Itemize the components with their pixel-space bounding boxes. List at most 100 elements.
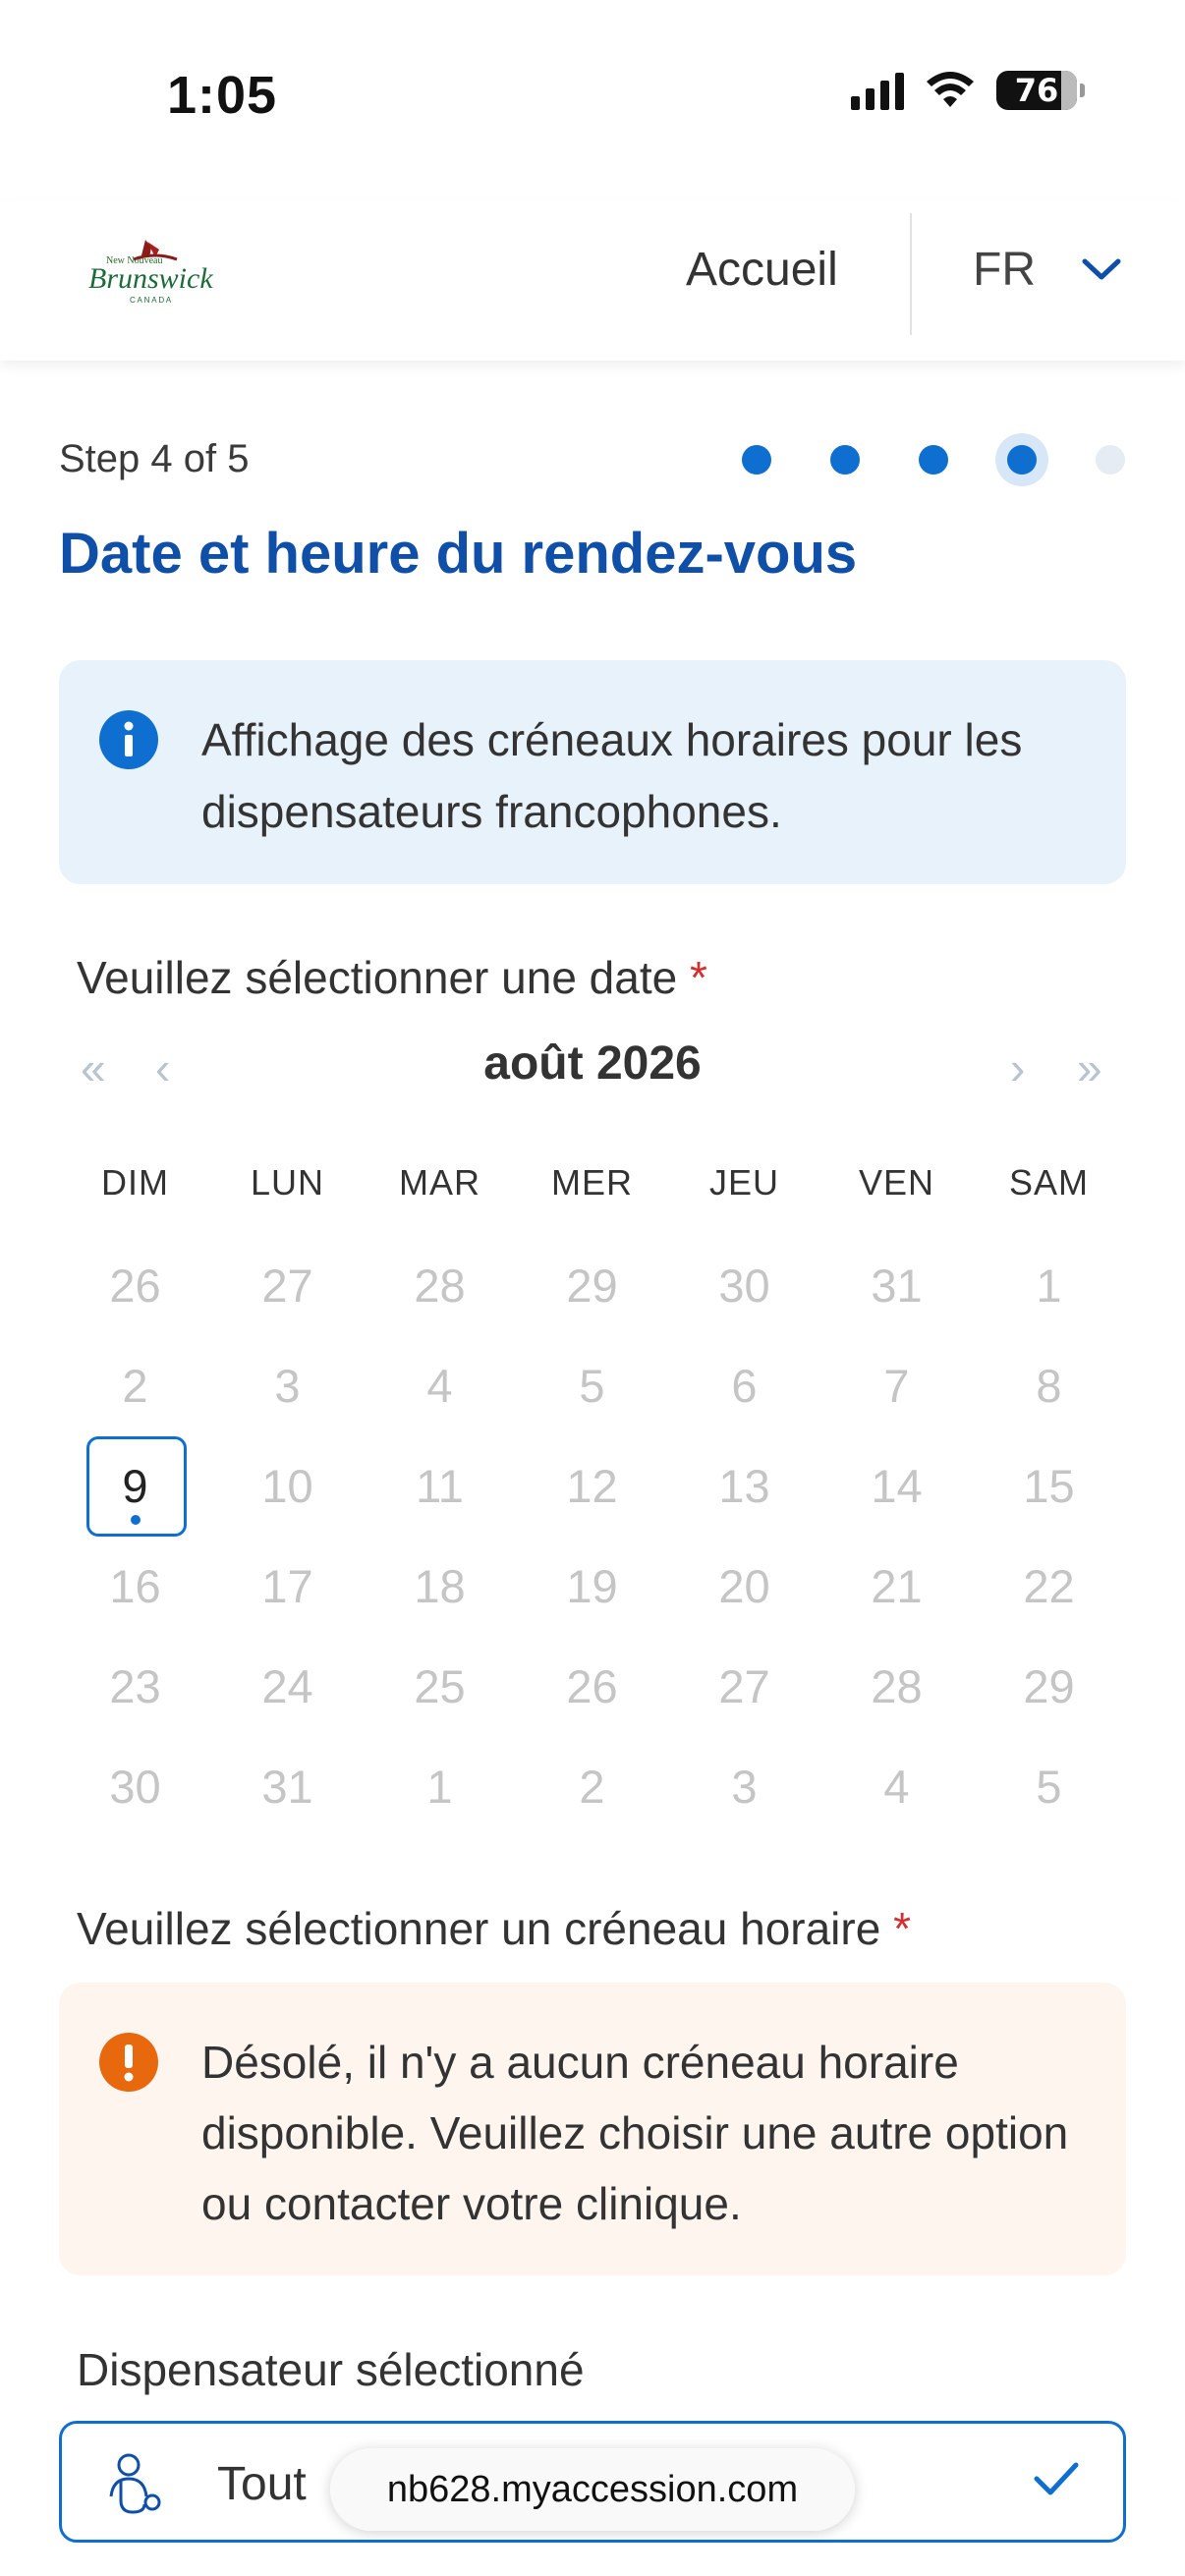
calendar-day-number: 17 xyxy=(261,1560,313,1612)
calendar-day[interactable]: 28 xyxy=(364,1236,516,1336)
status-time: 1:05 xyxy=(167,66,278,125)
calendar-day[interactable]: 1 xyxy=(364,1737,516,1837)
calendar-day-number: 25 xyxy=(414,1660,466,1712)
calendar-day[interactable]: 15 xyxy=(973,1436,1125,1537)
logo-graphic: New Nouveau Brunswick C A N A D A xyxy=(88,240,213,305)
weekday-label: LUN xyxy=(250,1162,325,1203)
date-label-text: Veuillez sélectionner une date xyxy=(77,952,678,1003)
calendar-day-number: 21 xyxy=(871,1560,923,1612)
calendar-day[interactable]: 29 xyxy=(516,1236,668,1336)
calendar-day-number: 4 xyxy=(426,1360,453,1412)
step-label: Step 4 of 5 xyxy=(59,437,250,480)
required-marker: * xyxy=(893,1903,911,1954)
calendar-day-number: 27 xyxy=(718,1660,770,1712)
weekday-label: MER xyxy=(551,1162,633,1203)
calendar-day-selected[interactable]: 9 xyxy=(59,1436,211,1537)
calendar-day[interactable]: 14 xyxy=(820,1436,973,1537)
calendar-day[interactable]: 3 xyxy=(211,1336,364,1436)
calendar-day-number: 10 xyxy=(261,1460,313,1512)
calendar-day[interactable]: 27 xyxy=(668,1637,820,1737)
required-marker: * xyxy=(690,952,707,1003)
next-month-button[interactable]: › xyxy=(1010,1041,1025,1094)
calendar-day-number: 29 xyxy=(566,1260,618,1312)
browser-url-bar[interactable]: nb628.myaccession.com xyxy=(330,2448,855,2531)
calendar-day[interactable]: 31 xyxy=(820,1236,973,1336)
new-brunswick-logo[interactable]: New Nouveau Brunswick C A N A D A xyxy=(86,234,224,312)
next-year-button[interactable]: » xyxy=(1077,1041,1102,1094)
calendar-day-number: 6 xyxy=(731,1360,758,1412)
svg-text:Brunswick: Brunswick xyxy=(88,262,213,295)
site-header: New Nouveau Brunswick C A N A D A Accuei… xyxy=(0,201,1185,361)
calendar-day[interactable]: 13 xyxy=(668,1436,820,1537)
calendar-day[interactable]: 12 xyxy=(516,1436,668,1537)
calendar-day-number: 1 xyxy=(426,1761,453,1813)
provider-field-label: Dispensateur sélectionné xyxy=(77,2344,585,2395)
weekday-label: DIM xyxy=(101,1162,169,1203)
calendar-day[interactable]: 24 xyxy=(211,1637,364,1737)
calendar-day[interactable]: 11 xyxy=(364,1436,516,1537)
calendar-day[interactable]: 22 xyxy=(973,1537,1125,1637)
timeslot-field-label: Veuillez sélectionner un créneau horaire… xyxy=(77,1902,911,1955)
calendar-day-number: 20 xyxy=(718,1560,770,1612)
language-select[interactable]: FR xyxy=(973,243,1036,297)
calendar-day-number: 7 xyxy=(883,1360,910,1412)
calendar-day[interactable]: 4 xyxy=(364,1336,516,1436)
step-dot-1 xyxy=(742,445,771,475)
calendar-day[interactable]: 10 xyxy=(211,1436,364,1537)
info-banner-text: Affichage des créneaux horaires pour les… xyxy=(201,714,1023,837)
calendar-day-number: 2 xyxy=(122,1360,148,1412)
calendar-day-number: 30 xyxy=(109,1761,161,1813)
calendar-day-number: 24 xyxy=(261,1660,313,1712)
wifi-icon xyxy=(927,72,974,107)
step-dot-5 xyxy=(1096,445,1125,475)
cellular-signal-icon xyxy=(851,71,904,110)
calendar-day-number: 19 xyxy=(566,1560,618,1612)
calendar-day[interactable]: 20 xyxy=(668,1537,820,1637)
step-dot-4 xyxy=(1007,445,1037,475)
calendar-day[interactable]: 29 xyxy=(973,1637,1125,1737)
calendar-day-number: 11 xyxy=(416,1460,464,1512)
timeslot-label-text: Veuillez sélectionner un créneau horaire xyxy=(77,1903,881,1954)
calendar-day[interactable]: 21 xyxy=(820,1537,973,1637)
calendar-day[interactable]: 4 xyxy=(820,1737,973,1837)
weekday-label: SAM xyxy=(1008,1162,1089,1203)
no-timeslot-warning: Désolé, il n'y a aucun créneau horaire d… xyxy=(59,1983,1126,2275)
calendar-day[interactable]: 2 xyxy=(59,1336,211,1436)
calendar-day[interactable]: 5 xyxy=(516,1336,668,1436)
calendar-day[interactable]: 18 xyxy=(364,1537,516,1637)
calendar-day[interactable]: 26 xyxy=(59,1236,211,1336)
calendar-day-number: 8 xyxy=(1036,1360,1062,1412)
calendar-day[interactable]: 30 xyxy=(59,1737,211,1837)
calendar-day-number: 22 xyxy=(1023,1560,1075,1612)
calendar-day[interactable]: 23 xyxy=(59,1637,211,1737)
calendar-month-title: août 2026 xyxy=(483,1037,702,1090)
calendar-day-number: 28 xyxy=(414,1260,466,1312)
calendar-day[interactable]: 27 xyxy=(211,1236,364,1336)
calendar-day-number: 5 xyxy=(579,1360,605,1412)
calendar-day[interactable]: 25 xyxy=(364,1637,516,1737)
calendar-day[interactable]: 3 xyxy=(668,1737,820,1837)
calendar-day[interactable]: 8 xyxy=(973,1336,1125,1436)
calendar-day-number: 2 xyxy=(579,1761,605,1813)
checkmark-icon xyxy=(1034,2462,1079,2495)
info-banner: Affichage des créneaux horaires pour les… xyxy=(59,660,1126,884)
weekday-label: VEN xyxy=(858,1162,935,1203)
calendar-day[interactable]: 17 xyxy=(211,1537,364,1637)
calendar-day[interactable]: 7 xyxy=(820,1336,973,1436)
calendar-day[interactable]: 28 xyxy=(820,1637,973,1737)
calendar-day-number: 31 xyxy=(261,1761,313,1813)
warning-text: Désolé, il n'y a aucun créneau horaire d… xyxy=(201,2037,1069,2229)
calendar-day[interactable]: 30 xyxy=(668,1236,820,1336)
calendar-day[interactable]: 26 xyxy=(516,1637,668,1737)
warning-icon xyxy=(99,2033,158,2092)
calendar-day[interactable]: 2 xyxy=(516,1737,668,1837)
calendar-day[interactable]: 6 xyxy=(668,1336,820,1436)
calendar-day-number: 26 xyxy=(109,1260,161,1312)
calendar-day[interactable]: 5 xyxy=(973,1737,1125,1837)
nav-home-link[interactable]: Accueil xyxy=(686,243,838,297)
calendar-day[interactable]: 31 xyxy=(211,1737,364,1837)
calendar-day[interactable]: 19 xyxy=(516,1537,668,1637)
chevron-down-icon[interactable] xyxy=(1081,255,1122,283)
calendar-day[interactable]: 1 xyxy=(973,1236,1125,1336)
calendar-day[interactable]: 16 xyxy=(59,1537,211,1637)
